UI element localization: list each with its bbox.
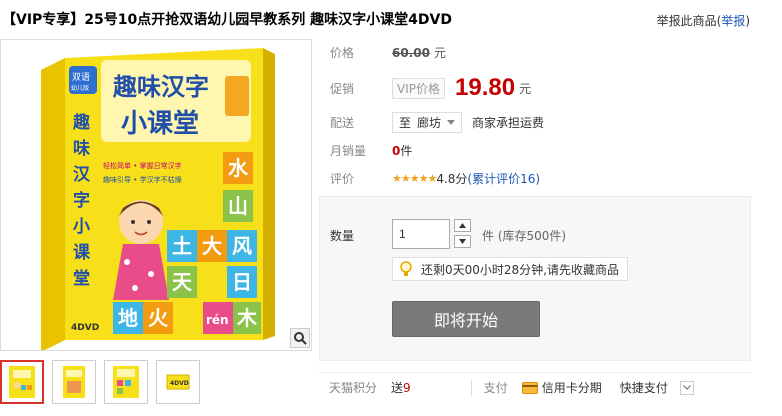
rating-stars-icon: ★★★★★ bbox=[392, 172, 437, 185]
sales-label: 月销量 bbox=[330, 144, 367, 158]
chevron-down-icon bbox=[447, 120, 456, 125]
svg-text:味: 味 bbox=[73, 138, 90, 159]
thumbnail-3[interactable] bbox=[104, 360, 148, 404]
tile-7: 日 bbox=[232, 270, 252, 294]
promo-label: 促销 bbox=[330, 81, 355, 96]
product-title-text: 25号10点开抢双语幼儿园早教系列 趣味汉字小课堂4DVD bbox=[84, 12, 452, 28]
rating-label: 评价 bbox=[330, 172, 355, 186]
main-product-image[interactable]: 趣味汉字 小课堂 双语 幼儿版 趣味汉 字小课堂 轻松简单 • 掌握日常汉字 趣… bbox=[0, 39, 312, 351]
thumbnail-image bbox=[113, 366, 139, 398]
tile-pinyin: rén bbox=[206, 313, 229, 327]
delivery-to: 至 bbox=[399, 116, 412, 130]
tile-2: 山 bbox=[228, 194, 248, 218]
svg-text:课: 课 bbox=[73, 243, 91, 263]
rating-row: 评价 ★★★★★ 4.8分 (累计评价16) bbox=[330, 170, 540, 187]
price-row: 价格 60.00 元 bbox=[330, 44, 446, 61]
original-price: 60.00 bbox=[392, 45, 430, 60]
delivery-city: 廊坊 bbox=[417, 116, 442, 130]
svg-text:字: 字 bbox=[73, 190, 90, 211]
points-value: 9 bbox=[403, 381, 411, 395]
svg-text:汉: 汉 bbox=[73, 165, 91, 185]
promo-row: 促销 VIP价格 19.80 元 bbox=[330, 74, 531, 102]
points-send: 送9 bbox=[391, 379, 411, 396]
tagline-2: 趣味引导 • 学汉字不枯燥 bbox=[103, 175, 182, 184]
svg-text:小: 小 bbox=[73, 217, 90, 237]
badge-label: 双语 bbox=[72, 72, 90, 83]
payment-dropdown-button[interactable] bbox=[679, 380, 694, 395]
points-send-label: 送 bbox=[391, 381, 404, 395]
tile-10: 木 bbox=[236, 306, 258, 330]
promo-price: 19.80 bbox=[455, 74, 516, 101]
price-unit: 元 bbox=[433, 46, 446, 60]
price-label: 价格 bbox=[330, 46, 355, 60]
thumbnail-4[interactable]: 4DVD bbox=[156, 360, 200, 404]
chevron-up-icon bbox=[459, 223, 466, 228]
delivery-row: 配送 至 廊坊 商家承担运费 bbox=[330, 112, 544, 133]
points-payment-row: 天猫积分 送9 支付 信用卡分期 快捷支付 bbox=[319, 372, 751, 402]
box-dvd-label: 4DVD bbox=[71, 323, 99, 333]
thumbnail-2[interactable] bbox=[52, 360, 96, 404]
thumbnail-image: 4DVD bbox=[166, 374, 190, 390]
chevron-down-icon bbox=[682, 385, 691, 390]
svg-text:趣: 趣 bbox=[72, 112, 91, 133]
thumbnail-1[interactable] bbox=[0, 360, 44, 404]
quick-pay-label[interactable]: 快捷支付 bbox=[620, 379, 668, 396]
report-product: 举报此商品(举报) bbox=[657, 12, 750, 29]
sales-unit: 件 bbox=[400, 144, 413, 158]
zoom-button[interactable] bbox=[290, 328, 310, 348]
purchase-panel: 数量 件 (库存500件) 还剩0天00小时28分钟,请先收藏商品 即将开始 bbox=[319, 196, 751, 361]
promo-unit: 元 bbox=[519, 81, 532, 96]
payment-label: 支付 bbox=[483, 381, 508, 395]
magnifier-icon bbox=[294, 332, 307, 345]
stock-info: 件 (库存500件) bbox=[482, 229, 567, 243]
tagline-1: 轻松简单 • 掌握日常汉字 bbox=[103, 161, 182, 170]
tile-1: 水 bbox=[228, 156, 249, 180]
svg-text:堂: 堂 bbox=[73, 268, 90, 289]
credit-card-icon bbox=[521, 381, 538, 394]
report-label: 举报此商品( bbox=[656, 14, 722, 28]
start-soon-button[interactable]: 即将开始 bbox=[392, 301, 540, 337]
vip-tag: 【VIP专享】 bbox=[2, 12, 85, 28]
tile-4: 大 bbox=[202, 234, 222, 258]
lightbulb-icon bbox=[400, 261, 412, 276]
sales-count: 0 bbox=[392, 143, 401, 158]
tile-6: 天 bbox=[172, 270, 193, 294]
quantity-increase-button[interactable] bbox=[454, 219, 471, 232]
dvd-box-image: 趣味汉字 小课堂 双语 幼儿版 趣味汉 字小课堂 轻松简单 • 掌握日常汉字 趣… bbox=[41, 48, 275, 350]
tile-8: 地 bbox=[118, 306, 138, 330]
delivery-location-select[interactable]: 至 廊坊 bbox=[392, 112, 463, 133]
quantity-input[interactable] bbox=[392, 219, 450, 249]
divider bbox=[470, 379, 472, 396]
tile-3: 土 bbox=[172, 234, 192, 258]
credit-installment-label: 信用卡分期 bbox=[541, 381, 602, 395]
vip-price-tag: VIP价格 bbox=[392, 77, 445, 99]
badge-sub: 幼儿版 bbox=[71, 84, 89, 92]
review-count-link[interactable]: (累计评价16) bbox=[467, 170, 540, 187]
thumbnail-image bbox=[9, 366, 35, 398]
thumbnail-image bbox=[63, 366, 85, 398]
shipping-fee: 商家承担运费 bbox=[472, 116, 545, 130]
thumbnail-list: 4DVD bbox=[0, 360, 200, 404]
report-close-paren: ) bbox=[745, 14, 750, 28]
delivery-label: 配送 bbox=[330, 116, 355, 130]
quantity-label: 数量 bbox=[330, 229, 355, 243]
box-title-2: 小课堂 bbox=[121, 109, 199, 139]
sales-row: 月销量 0 件 bbox=[330, 142, 412, 159]
countdown-text: 还剩0天00小时28分钟,请先收藏商品 bbox=[421, 262, 619, 277]
tmall-points-label: 天猫积分 bbox=[329, 381, 378, 395]
product-title: 【VIP专享】25号10点开抢双语幼儿园早教系列 趣味汉字小课堂4DVD bbox=[2, 9, 452, 29]
tile-5: 风 bbox=[232, 234, 252, 258]
thumbnail-dvd-label: 4DVD bbox=[170, 380, 189, 387]
tile-9: 火 bbox=[148, 306, 169, 330]
credit-installment[interactable]: 信用卡分期 bbox=[521, 379, 602, 396]
chevron-down-icon bbox=[459, 239, 466, 244]
quantity-decrease-button[interactable] bbox=[454, 235, 471, 248]
spine-text: 趣味汉 字小课堂 bbox=[72, 112, 91, 289]
rating-score: 4.8分 bbox=[436, 172, 468, 186]
report-link[interactable]: 举报 bbox=[721, 14, 745, 28]
countdown-notice: 还剩0天00小时28分钟,请先收藏商品 bbox=[392, 257, 628, 281]
box-title: 趣味汉字 bbox=[112, 73, 209, 101]
